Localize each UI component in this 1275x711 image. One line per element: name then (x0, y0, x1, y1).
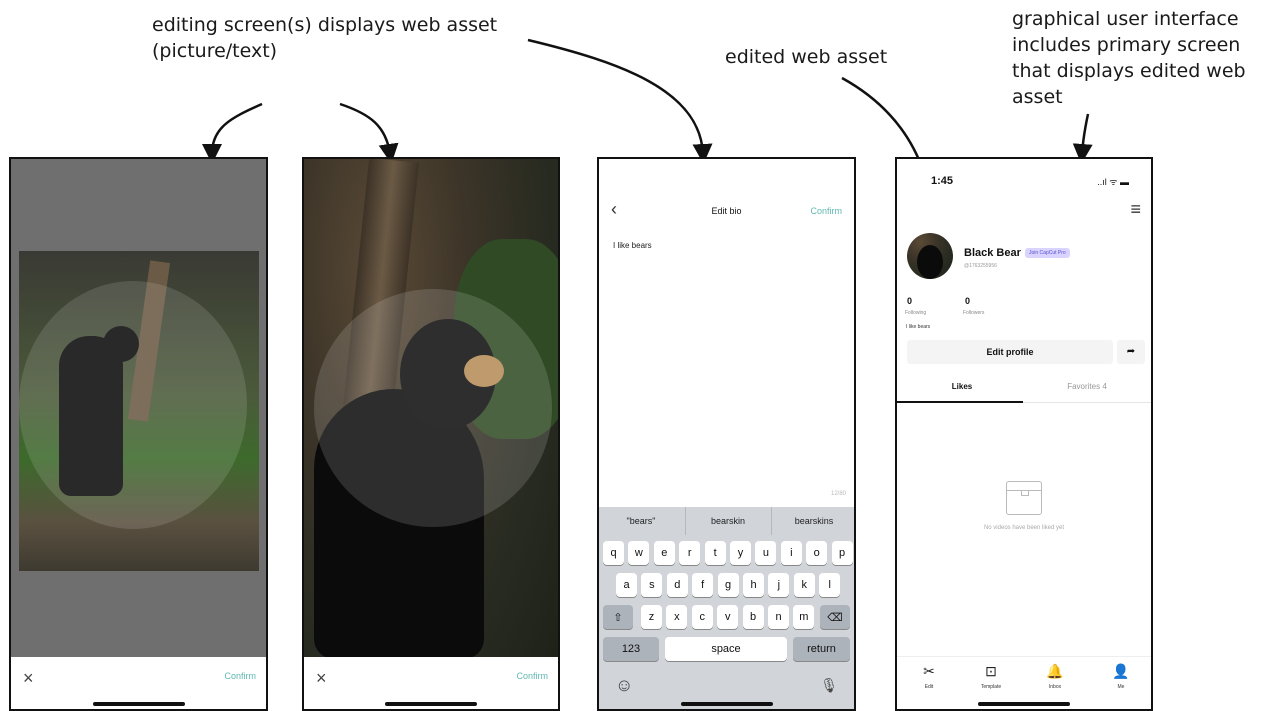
suggestion-bar: "bears" bearskin bearskins (599, 507, 854, 535)
profile-handle: @1763255956 (964, 263, 997, 269)
tab-divider (1023, 402, 1151, 403)
key-i[interactable]: i (780, 541, 802, 565)
emoji-icon[interactable]: ☺ (615, 675, 633, 696)
pro-badge[interactable]: Join CapCut Pro (1025, 248, 1070, 258)
profile-name: Black Bear (964, 247, 1021, 259)
gui-annotation-line4: asset (1012, 86, 1063, 108)
editing-annotation-line2: (picture/text) (152, 40, 278, 62)
key-t[interactable]: t (704, 541, 726, 565)
followers-count[interactable]: 0 (965, 296, 970, 306)
key-e[interactable]: e (653, 541, 675, 565)
tab-label-edit: Edit (924, 684, 934, 690)
key-b[interactable]: b (742, 605, 764, 629)
key-z[interactable]: z (641, 605, 662, 629)
crop-screen-2: × Confirm (302, 157, 560, 711)
bell-icon[interactable]: 🔔 (1035, 663, 1075, 680)
bear-photo (19, 251, 259, 571)
following-label: Following (905, 310, 927, 316)
microphone-icon[interactable]: 🎙 (820, 677, 838, 694)
tab-likes[interactable]: Likes (927, 382, 997, 391)
key-x[interactable]: x (666, 605, 688, 629)
home-indicator (680, 702, 773, 706)
tab-underline (897, 401, 1023, 403)
key-v[interactable]: v (717, 605, 739, 629)
key-k[interactable]: k (793, 573, 815, 597)
tab-label-inbox: Inbox (1048, 684, 1062, 690)
crop-screen-1: × Confirm (9, 157, 268, 711)
home-indicator (92, 702, 185, 706)
key-y[interactable]: y (730, 541, 751, 565)
key-c[interactable]: c (691, 605, 713, 629)
suggestion-item[interactable]: bearskins (771, 507, 854, 535)
edited-asset-annotation: edited web asset (725, 46, 888, 68)
key-d[interactable]: d (666, 573, 688, 597)
confirm-button[interactable]: Confirm (810, 206, 842, 216)
arrow-to-screen3 (527, 38, 713, 164)
close-button[interactable]: × (23, 668, 34, 689)
key-m[interactable]: m (793, 605, 815, 629)
status-time: 1:45 (931, 175, 954, 187)
arrow-to-screen1 (202, 102, 263, 164)
crop-circle[interactable] (19, 281, 247, 529)
confirm-button[interactable]: Confirm (516, 671, 548, 681)
editing-annotation-line1: editing screen(s) displays web asset (152, 14, 498, 36)
close-button[interactable]: × (316, 668, 327, 689)
space-key[interactable]: space (665, 637, 787, 661)
char-counter: 12/80 (830, 491, 846, 497)
tab-label-me: Me (1117, 684, 1125, 690)
arrow-to-screen4 (1072, 113, 1093, 164)
bio-text: I like bears (906, 324, 931, 330)
key-r[interactable]: r (679, 541, 701, 565)
key-g[interactable]: g (717, 573, 739, 597)
gui-annotation-line3: that displays edited web (1012, 60, 1246, 82)
menu-icon[interactable]: ≡ (1130, 199, 1141, 220)
following-count[interactable]: 0 (907, 296, 912, 306)
numbers-key[interactable]: 123 (603, 637, 659, 661)
edit-icon[interactable]: ✂ (909, 663, 949, 680)
profile-screen: 1:45 ..ıl ᯤ ▬ ≡ Black Bear Join CapCut P… (895, 157, 1153, 711)
gui-annotation: graphical user interface includes primar… (1012, 6, 1246, 110)
key-s[interactable]: s (641, 573, 663, 597)
key-l[interactable]: l (819, 573, 841, 597)
share-button[interactable]: ➦ (1117, 340, 1145, 364)
key-u[interactable]: u (755, 541, 777, 565)
key-f[interactable]: f (692, 573, 714, 597)
key-j[interactable]: j (768, 573, 790, 597)
crop-circle[interactable] (314, 289, 552, 527)
key-w[interactable]: w (628, 541, 650, 565)
suggestion-item[interactable]: bearskin (685, 507, 770, 535)
key-n[interactable]: n (768, 605, 789, 629)
tab-favorites[interactable]: Favorites 4 (1047, 382, 1127, 391)
suggestion-item[interactable]: "bears" (599, 507, 683, 535)
arrow-to-screen2 (339, 102, 399, 164)
delete-key[interactable]: ⌫ (820, 605, 850, 629)
shift-key[interactable]: ⇧ (603, 605, 633, 629)
key-h[interactable]: h (743, 573, 764, 597)
key-p[interactable]: p (831, 541, 853, 565)
edit-profile-button[interactable]: Edit profile (907, 340, 1113, 364)
gui-annotation-line1: graphical user interface (1012, 8, 1239, 30)
followers-label: Followers (963, 310, 985, 316)
edit-bio-screen: ‹ Edit bio Confirm I like bears 12/80 "b… (597, 157, 856, 711)
key-a[interactable]: a (616, 573, 637, 597)
empty-box-icon (1006, 481, 1042, 515)
confirm-button[interactable]: Confirm (224, 671, 256, 681)
template-icon[interactable]: ⊡ (971, 663, 1011, 680)
gui-annotation-line2: includes primary screen (1012, 34, 1241, 56)
status-icons: ..ıl ᯤ ▬ (1097, 177, 1129, 187)
home-indicator (385, 702, 477, 706)
bear-head (917, 245, 943, 279)
empty-state-text: No videos have been liked yet (983, 525, 1065, 531)
editing-screens-annotation: editing screen(s) displays web asset (pi… (152, 12, 497, 64)
bio-text-field[interactable]: I like bears (613, 241, 652, 250)
return-key[interactable]: return (793, 637, 850, 661)
key-o[interactable]: o (806, 541, 828, 565)
key-q[interactable]: q (603, 541, 624, 565)
keyboard: "bears" bearskin bearskins qwertyuiop asd… (599, 507, 854, 709)
avatar[interactable] (907, 233, 953, 279)
user-icon[interactable]: 👤 (1101, 663, 1141, 680)
home-indicator (978, 702, 1070, 706)
tab-label-template: Template (980, 684, 1002, 690)
